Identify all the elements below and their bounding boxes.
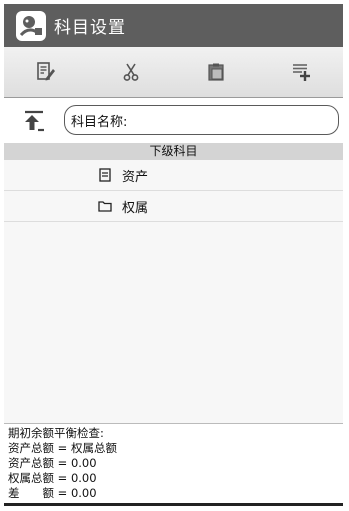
add-item-button[interactable] (258, 47, 343, 97)
balance-check-summary: 期初余额平衡检查: 资产总额 = 权属总额 资产总额 = 0.00 权属总额 =… (4, 423, 343, 504)
cut-button[interactable] (89, 47, 174, 97)
subject-name-input[interactable] (129, 112, 338, 128)
title-bar: 科目设置 (4, 4, 343, 47)
paste-button[interactable] (174, 47, 259, 97)
summary-title: 期初余额平衡检查: (8, 426, 104, 440)
subject-name-label: 科目名称: (71, 114, 128, 130)
summary-equity-total: 权属总额 = 0.00 (8, 471, 97, 485)
bottom-edge (4, 503, 343, 506)
subject-name-field[interactable]: 科目名称: (64, 105, 339, 135)
summary-rule: 资产总额 = 权属总额 (8, 441, 117, 455)
search-row: 科目名称: (4, 99, 343, 143)
list-item-label: 资产 (122, 169, 149, 185)
subaccount-list: 资产 权属 (4, 160, 343, 423)
app-logo-icon (16, 10, 46, 41)
folder-icon (98, 199, 112, 213)
scissors-icon (123, 63, 139, 81)
edit-icon (37, 62, 56, 81)
subaccount-header: 下级科目 (4, 143, 343, 160)
add-item-icon (292, 64, 310, 81)
list-item-label: 权属 (122, 200, 149, 216)
edit-button[interactable] (4, 47, 89, 97)
summary-assets-total: 资产总额 = 0.00 (8, 456, 97, 470)
list-item-equity[interactable]: 权属 (4, 191, 343, 222)
paste-icon (208, 63, 224, 81)
app-title: 科目设置 (54, 18, 126, 38)
toolbar (4, 47, 343, 98)
app-window: 科目设置 科目名称: 下级科目 资产 权属 期初余额平衡检查: 资产总额 = 权… (4, 4, 343, 504)
list-doc-icon (98, 168, 112, 182)
list-item-assets[interactable]: 资产 (4, 160, 343, 191)
level-up-button[interactable] (22, 109, 46, 133)
level-up-icon (25, 110, 44, 132)
summary-difference: 差 额 = 0.00 (8, 486, 97, 500)
